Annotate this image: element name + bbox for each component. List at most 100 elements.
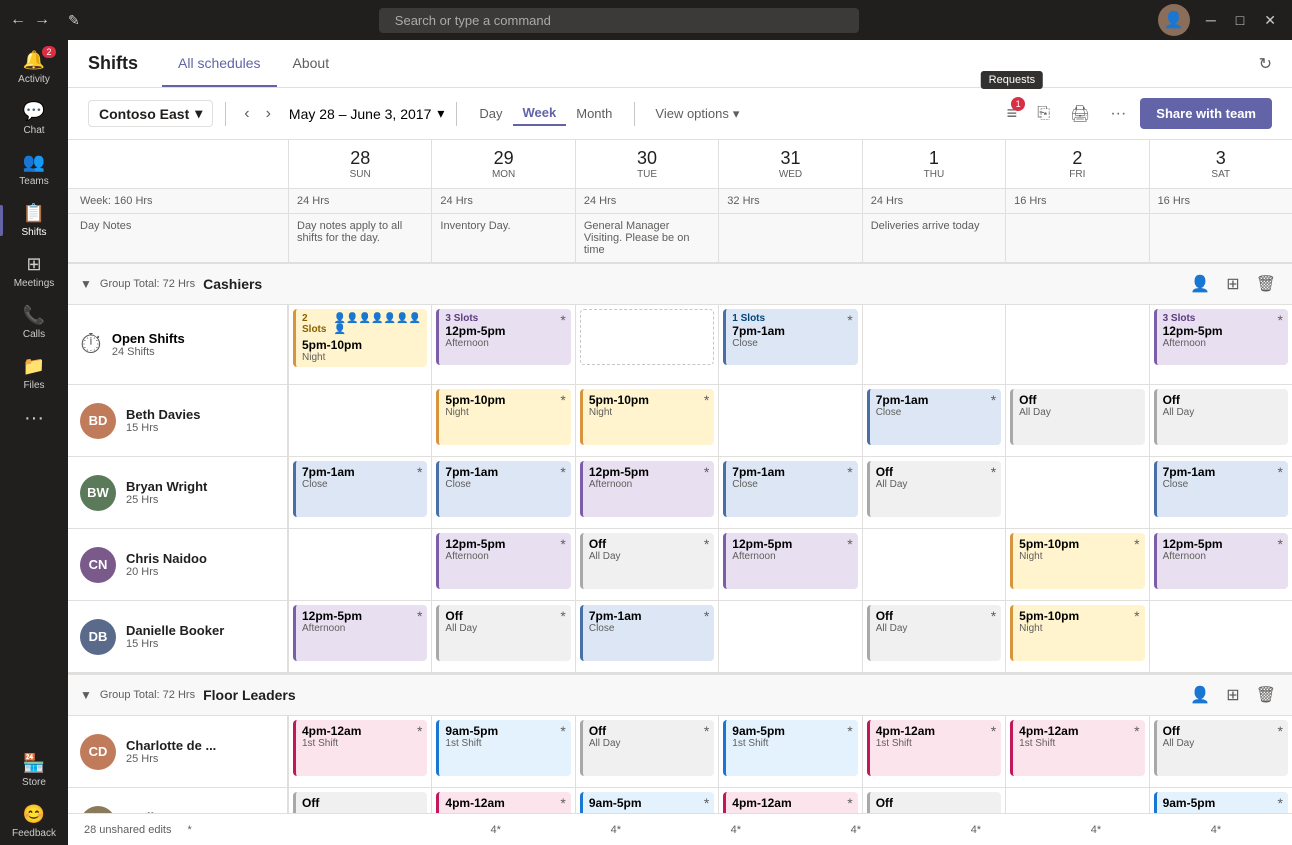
sidebar-item-store[interactable]: 🏪 Store [0,747,68,794]
sidebar-item-activity[interactable]: 🔔 Activity 2 [0,44,68,91]
sidebar-item-label: Teams [19,176,48,187]
shift-wed[interactable] [718,385,861,456]
tab-about[interactable]: About [277,41,346,87]
view-options-label: View options [655,106,728,121]
sidebar-item-more[interactable]: ··· [0,401,68,436]
shift-tue[interactable]: * 12pm-5pm Afternoon [575,457,718,528]
shift-tue[interactable]: * 5pm-10pm Night [575,385,718,456]
prev-week-button[interactable]: ‹ [238,103,255,125]
shift-time: Off [589,537,708,551]
open-shift-thu[interactable] [862,305,1005,384]
day-headers: 28 SUN 29 MON 30 TUE 31 WED 1 THU [68,140,1292,189]
open-shift-sun[interactable]: 2 Slots 👤👤👤👤👤👤👤👤 5pm-10pm Night [288,305,431,384]
layout-icon[interactable]: ⊞ [1222,272,1243,296]
shift-sat[interactable]: * 12pm-5pm Afternoon [1149,529,1292,600]
copy-icon[interactable]: ⎘ [1031,101,1056,127]
shift-sat[interactable]: * Off All Day [1149,716,1292,787]
open-shift-sat[interactable]: 3 Slots 12pm-5pm Afternoon * [1149,305,1292,384]
shift-mon[interactable]: * Off All Day [431,601,574,672]
cashiers-collapse-button[interactable]: ▼ [80,277,92,291]
shift-mon[interactable]: * 7pm-1am Close [431,457,574,528]
shift-tue[interactable]: * Off All Day [575,716,718,787]
slots-count: 3 Slots [445,313,564,324]
back-button[interactable]: ← [10,11,26,29]
bottom-count-tue: 4* [676,824,796,836]
shift-mon[interactable]: * 9am-5pm 1st Shift [431,716,574,787]
sidebar-item-feedback[interactable]: 😊 Feedback [12,798,56,845]
more-options-icon[interactable]: ··· [1104,101,1132,127]
slots-count: 2 Slots [302,313,331,335]
sidebar-item-shifts[interactable]: 📋 Shifts [0,197,68,244]
day-header-fri: 2 FRI [1005,140,1148,188]
maximize-button[interactable]: □ [1230,10,1250,31]
tab-all-schedules[interactable]: All schedules [162,41,277,87]
day-name: FRI [1012,169,1142,180]
shift-tue[interactable]: * Off All Day [575,529,718,600]
shift-sun[interactable]: * 7pm-1am Close [288,457,431,528]
shift-mon[interactable]: * 5pm-10pm Night [431,385,574,456]
delete-icon[interactable]: 🗑 [1252,683,1280,707]
tab-day[interactable]: Day [469,102,512,125]
shift-sun[interactable] [288,385,431,456]
sidebar-item-meetings[interactable]: ⊞ Meetings [0,248,68,295]
sidebar-item-calls[interactable]: 📞 Calls [0,299,68,346]
shift-sun[interactable] [288,529,431,600]
shift-sun[interactable]: * 4pm-12am 1st Shift [288,716,431,787]
delete-icon[interactable]: 🗑 [1252,272,1280,296]
shift-wed[interactable]: * 7pm-1am Close [718,457,861,528]
search-input[interactable] [379,8,859,33]
refresh-icon[interactable]: ↻ [1259,56,1272,73]
shift-fri[interactable]: Off All Day [1005,385,1148,456]
view-options-button[interactable]: View options ▾ [647,102,747,126]
employee-info-danielle: DB Danielle Booker 15 Hrs [68,601,288,672]
shift-tue[interactable]: * 7pm-1am Close [575,601,718,672]
shift-thu[interactable]: * 7pm-1am Close [862,385,1005,456]
sidebar-item-teams[interactable]: 👥 Teams [0,146,68,193]
shift-thu[interactable]: * Off All Day [862,601,1005,672]
shift-mon[interactable]: * 12pm-5pm Afternoon [431,529,574,600]
tab-month[interactable]: Month [566,102,622,125]
activity-badge: 2 [42,46,56,58]
shift-thu[interactable]: * 4pm-12am 1st Shift [862,716,1005,787]
add-member-icon[interactable]: 👤 [1186,272,1214,296]
shift-thu[interactable]: * Off All Day [862,457,1005,528]
shift-sat[interactable]: * 7pm-1am Close [1149,457,1292,528]
requests-button[interactable]: ≡ 1 [1001,99,1024,128]
open-shift-wed[interactable]: 1 Slots 7pm-1am Close * [718,305,861,384]
shift-card: * Off All Day [580,720,714,776]
next-week-button[interactable]: › [260,103,277,125]
open-shift-fri[interactable] [1005,305,1148,384]
avatar[interactable]: 👤 [1158,4,1190,36]
shift-wed[interactable]: * 12pm-5pm Afternoon [718,529,861,600]
sidebar-item-files[interactable]: 📁 Files [0,350,68,397]
print-icon[interactable]: 🖨 [1064,100,1096,128]
open-shift-tue[interactable] [575,305,718,384]
shift-wed[interactable]: * 9am-5pm 1st Shift [718,716,861,787]
files-icon: 📁 [23,356,45,377]
close-button[interactable]: ✕ [1258,10,1282,31]
open-shift-mon[interactable]: 3 Slots 12pm-5pm Afternoon * [431,305,574,384]
shift-sat[interactable] [1149,601,1292,672]
location-selector[interactable]: Contoso East ▾ [88,100,213,127]
divider2 [456,102,457,126]
shift-sun[interactable]: * 12pm-5pm Afternoon [288,601,431,672]
shift-thu[interactable] [862,529,1005,600]
add-member-icon[interactable]: 👤 [1186,683,1214,707]
edit-icon[interactable]: ✎ [68,12,80,29]
tab-week[interactable]: Week [513,101,567,126]
avatar: CD [80,734,116,770]
shift-fri[interactable]: * 5pm-10pm Night [1005,601,1148,672]
shift-wed[interactable] [718,601,861,672]
shift-sat[interactable]: Off All Day [1149,385,1292,456]
shift-fri[interactable]: * 4pm-12am 1st Shift [1005,716,1148,787]
floor-leaders-collapse-button[interactable]: ▼ [80,688,92,702]
forward-button[interactable]: → [34,11,50,29]
shift-label: Night [1019,551,1138,562]
share-button[interactable]: Share with team [1140,98,1272,129]
shift-fri[interactable]: * 5pm-10pm Night [1005,529,1148,600]
minimize-button[interactable]: ─ [1200,10,1222,31]
sidebar-item-chat[interactable]: 💬 Chat [0,95,68,142]
layout-icon[interactable]: ⊞ [1222,683,1243,707]
shift-fri[interactable] [1005,457,1148,528]
date-range[interactable]: May 28 – June 3, 2017 ▾ [289,105,444,122]
